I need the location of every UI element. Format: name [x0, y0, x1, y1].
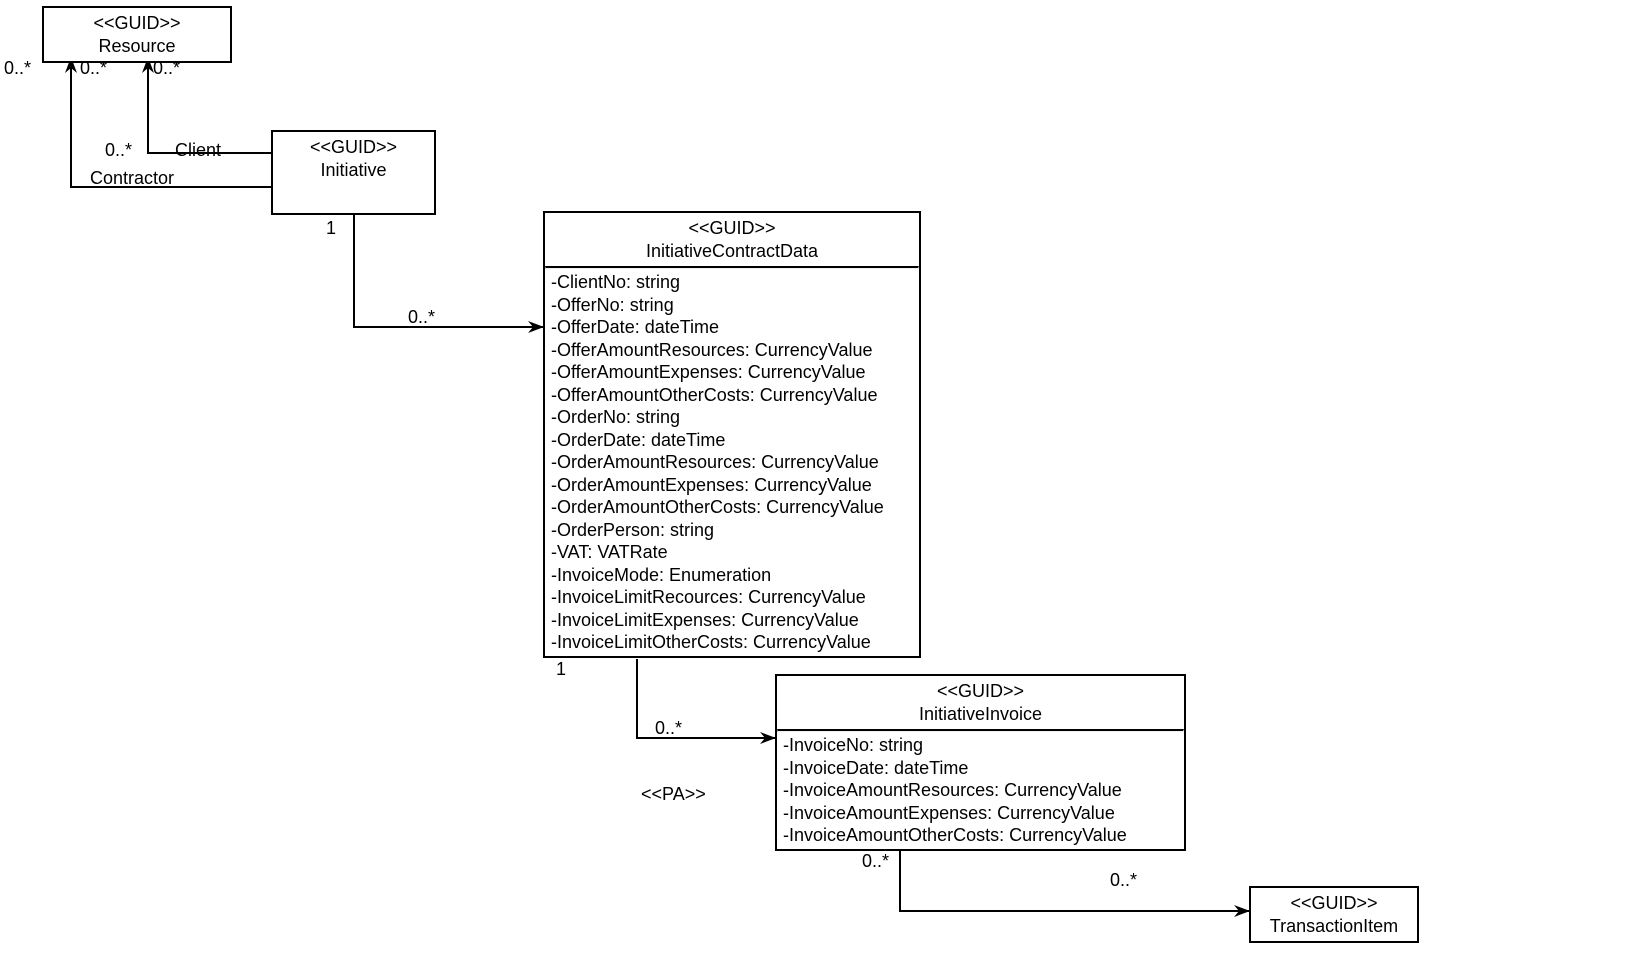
classname-label: InitiativeContractData	[555, 240, 909, 263]
attribute: -InvoiceNo: string	[783, 734, 1178, 757]
attribute: -InvoiceAmountOtherCosts: CurrencyValue	[783, 824, 1178, 847]
class-initiative-invoice: <<GUID>> InitiativeInvoice -InvoiceNo: s…	[775, 674, 1186, 851]
multiplicity-label: 0..*	[153, 58, 180, 79]
multiplicity-label: 0..*	[4, 58, 31, 79]
attribute: -ClientNo: string	[551, 271, 913, 294]
attribute-list: -ClientNo: string -OfferNo: string -Offe…	[545, 269, 919, 656]
attribute: -InvoiceDate: dateTime	[783, 757, 1178, 780]
attribute: -OrderAmountResources: CurrencyValue	[551, 451, 913, 474]
attribute: -InvoiceAmountResources: CurrencyValue	[783, 779, 1178, 802]
multiplicity-label: 1	[556, 659, 566, 680]
multiplicity-label: 0..*	[408, 307, 435, 328]
stereotype-label: <<GUID>>	[1261, 892, 1407, 915]
attribute: -OfferDate: dateTime	[551, 316, 913, 339]
attribute: -InvoiceLimitOtherCosts: CurrencyValue	[551, 631, 913, 654]
multiplicity-label: 1	[326, 218, 336, 239]
attribute: -InvoiceAmountExpenses: CurrencyValue	[783, 802, 1178, 825]
class-initiative-contract-data: <<GUID>> InitiativeContractData -ClientN…	[543, 211, 921, 658]
role-label: Contractor	[90, 168, 174, 189]
class-initiative: <<GUID>> Initiative	[271, 130, 436, 215]
classname-label: TransactionItem	[1261, 915, 1407, 938]
multiplicity-label: 0..*	[80, 58, 107, 79]
class-resource: <<GUID>> Resource	[42, 6, 232, 63]
attribute: -OrderAmountOtherCosts: CurrencyValue	[551, 496, 913, 519]
attribute: -InvoiceMode: Enumeration	[551, 564, 913, 587]
classname-label: Resource	[54, 35, 220, 58]
attribute: -OfferAmountResources: CurrencyValue	[551, 339, 913, 362]
attribute: -OrderDate: dateTime	[551, 429, 913, 452]
attribute-list: -InvoiceNo: string -InvoiceDate: dateTim…	[777, 732, 1184, 849]
attribute: -InvoiceLimitRecources: CurrencyValue	[551, 586, 913, 609]
attribute: -OfferNo: string	[551, 294, 913, 317]
multiplicity-label: 0..*	[1110, 870, 1137, 891]
class-transaction-item: <<GUID>> TransactionItem	[1249, 886, 1419, 943]
attribute: -OrderPerson: string	[551, 519, 913, 542]
role-label: Client	[175, 140, 221, 161]
classname-label: Initiative	[283, 159, 424, 182]
stereotype-label: <<PA>>	[641, 784, 706, 805]
attribute: -InvoiceLimitExpenses: CurrencyValue	[551, 609, 913, 632]
classname-label: InitiativeInvoice	[787, 703, 1174, 726]
multiplicity-label: 0..*	[105, 140, 132, 161]
stereotype-label: <<GUID>>	[787, 680, 1174, 703]
attribute: -OrderAmountExpenses: CurrencyValue	[551, 474, 913, 497]
stereotype-label: <<GUID>>	[54, 12, 220, 35]
multiplicity-label: 0..*	[862, 851, 889, 872]
attribute: -VAT: VATRate	[551, 541, 913, 564]
attribute: -OfferAmountExpenses: CurrencyValue	[551, 361, 913, 384]
stereotype-label: <<GUID>>	[283, 136, 424, 159]
multiplicity-label: 0..*	[655, 718, 682, 739]
attribute: -OfferAmountOtherCosts: CurrencyValue	[551, 384, 913, 407]
attribute: -OrderNo: string	[551, 406, 913, 429]
stereotype-label: <<GUID>>	[555, 217, 909, 240]
